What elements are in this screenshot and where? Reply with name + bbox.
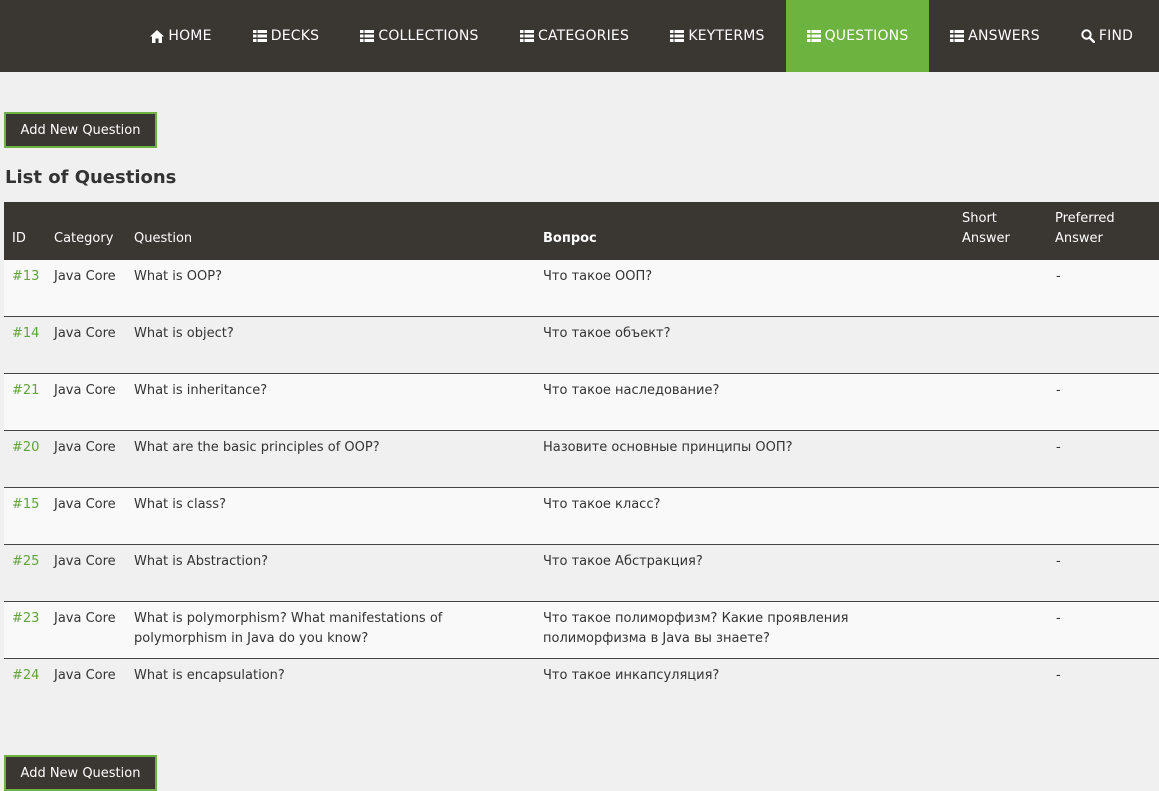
header-short-answer: Short Answer <box>962 211 1010 246</box>
question-cell: What is inheritance? <box>134 383 268 398</box>
header-question-ru: Вопрос <box>543 231 597 246</box>
question-id-link[interactable]: #21 <box>12 381 39 401</box>
question-id-link[interactable]: #25 <box>12 552 39 572</box>
question-ru-cell: Что такое Абстракция? <box>543 554 703 569</box>
nav-decks-label: DECKS <box>270 28 320 44</box>
category-cell: Java Core <box>54 668 116 683</box>
nav-collections-label: COLLECTIONS <box>378 28 479 44</box>
category-cell: Java Core <box>54 383 116 398</box>
category-cell: Java Core <box>54 326 116 341</box>
nav-answers[interactable]: ANSWERS <box>939 0 1051 72</box>
category-cell: Java Core <box>54 554 116 569</box>
table-row: #24 Java Core What is encapsulation? Что… <box>4 659 1159 715</box>
table-header: ID Category Question Вопрос Short Answer… <box>4 202 1159 260</box>
question-cell: What is encapsulation? <box>134 668 285 683</box>
table-row: #21 Java Core What is inheritance? Что т… <box>4 374 1159 431</box>
list-icon <box>360 30 375 42</box>
nav-categories-label: CATEGORIES <box>537 28 630 44</box>
nav-home[interactable]: HOME <box>140 0 222 72</box>
question-id-link[interactable]: #13 <box>12 267 39 287</box>
question-ru-cell: Что такое ООП? <box>543 269 653 284</box>
category-cell: Java Core <box>54 611 116 626</box>
top-navbar: HOME DECKS COLLECTIONS CATEGORIES KEYTER… <box>0 0 1159 72</box>
nav-questions[interactable]: QUESTIONS <box>786 0 929 72</box>
question-ru-cell: Что такое объект? <box>543 326 671 341</box>
nav-find-label: FIND <box>1098 28 1134 44</box>
question-cell: What is OOP? <box>134 269 223 284</box>
nav-collections[interactable]: COLLECTIONS <box>349 0 490 72</box>
nav-answers-label: ANSWERS <box>968 28 1040 44</box>
table-row: #14 Java Core What is object? Что такое … <box>4 317 1159 374</box>
nav-home-label: HOME <box>168 28 212 44</box>
question-cell: What is object? <box>134 326 234 341</box>
page-title: List of Questions <box>5 167 177 188</box>
table-row: #25 Java Core What is Abstraction? Что т… <box>4 545 1159 602</box>
category-cell: Java Core <box>54 497 116 512</box>
preferred-answer-cell: - <box>1056 269 1061 284</box>
add-question-button[interactable]: Add New Question <box>4 112 157 148</box>
preferred-answer-cell: - <box>1056 383 1061 398</box>
nav-categories[interactable]: CATEGORIES <box>509 0 640 72</box>
question-cell: What is polymorphism? What manifestation… <box>134 611 443 646</box>
table-row: #15 Java Core What is class? Что такое к… <box>4 488 1159 545</box>
nav-find[interactable]: FIND <box>1070 0 1144 72</box>
preferred-answer-cell: - <box>1056 554 1061 569</box>
header-question: Question <box>134 231 193 246</box>
header-preferred-answer: Preferred Answer <box>1055 211 1115 246</box>
list-icon <box>252 30 267 42</box>
question-ru-cell: Что такое класс? <box>543 497 661 512</box>
table-row: #20 Java Core What are the basic princip… <box>4 431 1159 488</box>
question-cell: What are the basic principles of OOP? <box>134 440 380 455</box>
question-id-link[interactable]: #23 <box>12 609 39 629</box>
header-category: Category <box>54 231 114 246</box>
table-row: #13 Java Core What is OOP? Что такое ООП… <box>4 260 1159 317</box>
nav-questions-label: QUESTIONS <box>824 28 909 44</box>
preferred-answer-cell: - <box>1056 440 1061 455</box>
questions-table: ID Category Question Вопрос Short Answer… <box>4 202 1159 715</box>
category-cell: Java Core <box>54 440 116 455</box>
add-question-button-bottom[interactable]: Add New Question <box>4 755 157 791</box>
header-id: ID <box>12 231 26 246</box>
question-ru-cell: Назовите основные принципы ООП? <box>543 440 793 455</box>
nav-keyterms-label: KEYTERMS <box>688 28 765 44</box>
question-id-link[interactable]: #20 <box>12 438 39 458</box>
list-icon <box>950 30 965 42</box>
table-row: #23 Java Core What is polymorphism? What… <box>4 602 1159 659</box>
preferred-answer-cell: - <box>1056 611 1061 626</box>
question-id-link[interactable]: #24 <box>12 666 39 686</box>
search-icon <box>1081 29 1095 43</box>
question-ru-cell: Что такое инкапсуляция? <box>543 668 720 683</box>
question-ru-cell: Что такое полиморфизм? Какие проявления … <box>543 611 849 646</box>
question-cell: What is class? <box>134 497 226 512</box>
question-ru-cell: Что такое наследование? <box>543 383 720 398</box>
category-cell: Java Core <box>54 269 116 284</box>
list-icon <box>519 30 534 42</box>
question-id-link[interactable]: #14 <box>12 324 39 344</box>
list-icon <box>806 30 821 42</box>
preferred-answer-cell: - <box>1056 668 1061 683</box>
home-icon <box>150 29 165 43</box>
question-cell: What is Abstraction? <box>134 554 269 569</box>
list-icon <box>670 30 685 42</box>
nav-keyterms[interactable]: KEYTERMS <box>659 0 776 72</box>
question-id-link[interactable]: #15 <box>12 495 39 515</box>
nav-decks[interactable]: DECKS <box>242 0 330 72</box>
